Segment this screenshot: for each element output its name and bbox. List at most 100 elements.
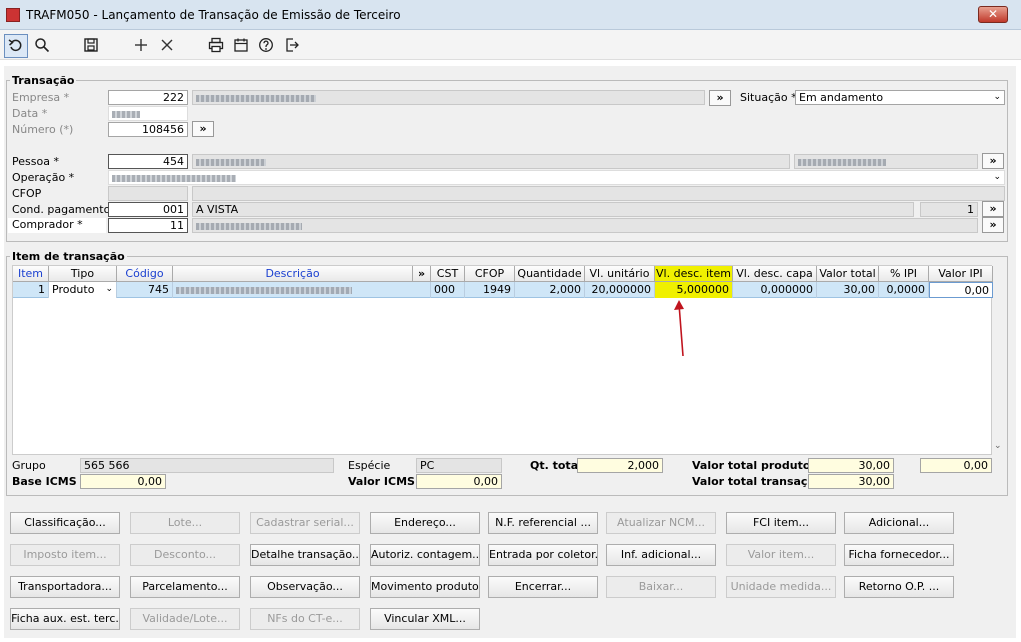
data-label: Data * — [12, 107, 48, 120]
parcelamento-button[interactable]: Parcelamento... — [130, 576, 240, 598]
encerrar-button[interactable]: Encerrar... — [488, 576, 598, 598]
main-panel: Transação Empresa * 222 » Situação * Em … — [4, 66, 1016, 638]
unidade-medida-button[interactable]: Unidade medida... — [726, 576, 836, 598]
undo-icon[interactable] — [4, 34, 28, 58]
cell-vl-desc-item[interactable]: 5,000000 — [655, 282, 733, 298]
empresa-code-input[interactable]: 222 — [108, 90, 188, 105]
desconto-button[interactable]: Desconto... — [130, 544, 240, 566]
cadastrar-serial-button[interactable]: Cadastrar serial... — [250, 512, 360, 534]
cfop-code-field — [108, 186, 188, 201]
movimento-produto-button[interactable]: Movimento produto... — [370, 576, 480, 598]
column-header-pct-ipi[interactable]: % IPI — [879, 266, 929, 282]
column-header-cfop[interactable]: CFOP — [465, 266, 515, 282]
nf-referencial-button[interactable]: N.F. referencial ... — [488, 512, 598, 534]
column-header-codigo[interactable]: Código — [117, 266, 173, 282]
cell-item[interactable]: 1 — [13, 282, 49, 298]
save-icon[interactable] — [80, 34, 102, 56]
numero-more-button[interactable]: » — [192, 121, 214, 137]
search-icon[interactable] — [31, 34, 53, 56]
column-header-vl-unitario[interactable]: Vl. unitário — [585, 266, 655, 282]
inf-adicional-button[interactable]: Inf. adicional... — [606, 544, 716, 566]
print-icon[interactable] — [205, 34, 227, 56]
column-header-descricao[interactable]: Descrição — [173, 266, 413, 282]
valor-total-produto-field: 30,00 — [808, 458, 894, 473]
lote-button[interactable]: Lote... — [130, 512, 240, 534]
close-button[interactable]: ✕ — [978, 6, 1008, 23]
column-header-vl-desc-item[interactable]: Vl. desc. item — [655, 266, 733, 282]
baixar-button[interactable]: Baixar... — [606, 576, 716, 598]
comprador-code-input[interactable]: 11 — [108, 218, 188, 233]
retorno-op-button[interactable]: Retorno O.P. ... — [844, 576, 954, 598]
cell-vl-unitario[interactable]: 20,000000 — [585, 282, 655, 298]
help-icon[interactable] — [255, 34, 277, 56]
column-header-cst[interactable]: CST — [431, 266, 465, 282]
cell-cst[interactable]: 000 — [431, 282, 465, 298]
add-icon[interactable] — [130, 34, 152, 56]
pessoa-label: Pessoa * — [12, 155, 59, 168]
fci-item-button[interactable]: FCI item... — [726, 512, 836, 534]
pessoa-code-input[interactable]: 454 — [108, 154, 188, 169]
endereco-button[interactable]: Endereço... — [370, 512, 480, 534]
comprador-more-button[interactable]: » — [982, 217, 1004, 233]
scroll-down-icon[interactable]: ⌄ — [994, 441, 1002, 451]
autoriz-contagem-button[interactable]: Autoriz. contagem... — [370, 544, 480, 566]
detalhe-transacao-button[interactable]: Detalhe transação... — [250, 544, 360, 566]
qt-total-field: 2,000 — [577, 458, 663, 473]
cfop-label: CFOP — [12, 187, 42, 200]
table-row[interactable]: 1 Produto ⌄ 745 000 1949 2,000 20,000000 … — [13, 282, 993, 298]
toolbar — [0, 30, 1021, 60]
cancel-icon[interactable] — [156, 34, 178, 56]
grid-vertical-scrollbar[interactable]: ⌄ — [992, 281, 1004, 455]
numero-input[interactable]: 108456 — [108, 122, 188, 137]
cell-quantidade[interactable]: 2,000 — [515, 282, 585, 298]
qt-total-label: Qt. total — [530, 459, 582, 472]
entrada-por-coletor-button[interactable]: Entrada por coletor... — [488, 544, 598, 566]
ficha-aux-est-terc-button[interactable]: Ficha aux. est. terc. — [10, 608, 120, 630]
valor-item-button[interactable]: Valor item... — [726, 544, 836, 566]
cell-vl-desc-capa[interactable]: 0,000000 — [733, 282, 817, 298]
column-header-quantidade[interactable]: Quantidade — [515, 266, 585, 282]
cond-pagamento-more-button[interactable]: » — [982, 201, 1004, 217]
column-header-expand[interactable]: » — [413, 266, 431, 282]
valor-total-transacao-field: 30,00 — [808, 474, 894, 489]
empresa-lookup-button[interactable]: » — [709, 90, 731, 106]
column-header-valor-ipi[interactable]: Valor IPI — [929, 266, 993, 282]
validade-lote-button[interactable]: Validade/Lote... — [130, 608, 240, 630]
action-buttons: Classificação... Lote... Cadastrar seria… — [4, 510, 1016, 634]
operacao-select[interactable]: ⌄ — [108, 170, 1005, 185]
column-header-valor-total[interactable]: Valor total — [817, 266, 879, 282]
calendar-icon[interactable] — [230, 34, 252, 56]
classificacao-button[interactable]: Classificação... — [10, 512, 120, 534]
cell-valor-total[interactable]: 30,00 — [817, 282, 879, 298]
column-header-item[interactable]: Item — [13, 266, 49, 282]
double-arrow-icon: » — [989, 218, 997, 231]
observacao-button[interactable]: Observação... — [250, 576, 360, 598]
empresa-name-field — [192, 90, 705, 105]
column-header-vl-desc-capa[interactable]: Vl. desc. capa — [733, 266, 817, 282]
cell-tipo-select[interactable]: Produto ⌄ — [49, 282, 117, 298]
cell-codigo[interactable]: 745 — [117, 282, 173, 298]
transportadora-button[interactable]: Transportadora... — [10, 576, 120, 598]
ficha-fornecedor-button[interactable]: Ficha fornecedor... — [844, 544, 954, 566]
window-title: TRAFM050 - Lançamento de Transação de Em… — [26, 8, 401, 22]
column-header-tipo[interactable]: Tipo — [49, 266, 117, 282]
cell-cfop[interactable]: 1949 — [465, 282, 515, 298]
valor-icms-label: Valor ICMS — [348, 475, 415, 488]
cell-pct-ipi[interactable]: 0,0000 — [879, 282, 929, 298]
atualizar-ncm-button[interactable]: Atualizar NCM... — [606, 512, 716, 534]
cond-pagamento-code-input[interactable]: 001 — [108, 202, 188, 217]
nfs-do-cte-button[interactable]: NFs do CT-e... — [250, 608, 360, 630]
especie-label: Espécie — [348, 459, 391, 472]
valor-extra-field: 0,00 — [920, 458, 992, 473]
imposto-item-button[interactable]: Imposto item... — [10, 544, 120, 566]
chevron-down-icon: ⌄ — [105, 284, 113, 294]
cell-valor-ipi-input[interactable]: 0,00 — [929, 282, 993, 298]
data-input[interactable] — [108, 106, 188, 121]
pessoa-more-button[interactable]: » — [982, 153, 1004, 169]
cell-descricao[interactable] — [173, 282, 431, 298]
annotation-arrow-icon — [674, 300, 684, 357]
exit-icon[interactable] — [281, 34, 303, 56]
vincular-xml-button[interactable]: Vincular XML... — [370, 608, 480, 630]
situacao-select[interactable]: Em andamento ⌄ — [795, 90, 1005, 105]
adicional-button[interactable]: Adicional... — [844, 512, 954, 534]
